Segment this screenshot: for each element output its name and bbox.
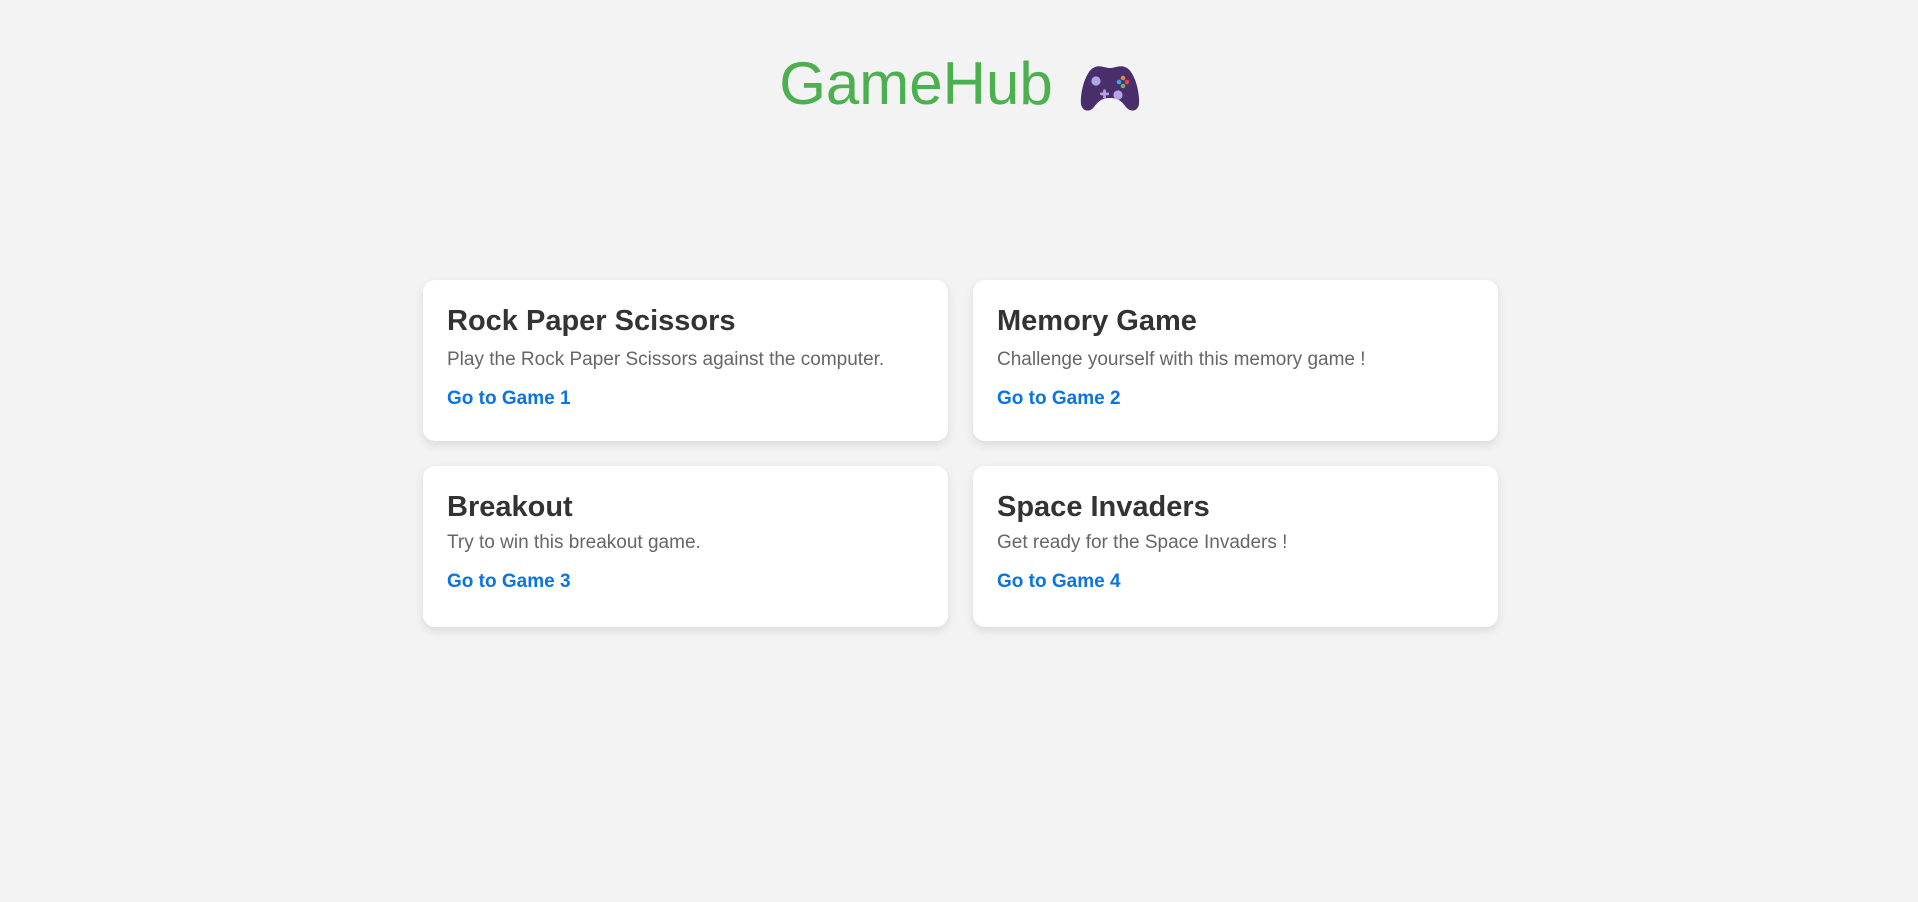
page-header: GameHub [0,44,1918,124]
go-to-game-3-link[interactable]: Go to Game 3 [447,570,571,594]
game-card-title: Memory Game [997,305,1197,337]
game-controller-icon [1079,60,1141,114]
game-card: Rock Paper Scissors Play the Rock Paper … [423,280,948,441]
brand: GameHub [779,54,1140,114]
game-card-description: Try to win this breakout game. [447,532,701,553]
game-card-description: Play the Rock Paper Scissors against the… [447,349,885,370]
go-to-game-1-link[interactable]: Go to Game 1 [447,387,571,411]
game-card-title: Space Invaders [997,491,1210,523]
game-card: Space Invaders Get ready for the Space I… [973,466,1498,627]
game-card-description: Challenge yourself with this memory game… [997,349,1366,370]
game-card-description: Get ready for the Space Invaders ! [997,532,1288,553]
game-card-title: Rock Paper Scissors [447,305,736,337]
go-to-game-4-link[interactable]: Go to Game 4 [997,570,1121,594]
games-grid: Rock Paper Scissors Play the Rock Paper … [423,280,1498,627]
game-card: Breakout Try to win this breakout game. … [423,466,948,627]
game-card: Memory Game Challenge yourself with this… [973,280,1498,441]
go-to-game-2-link[interactable]: Go to Game 2 [997,387,1121,411]
game-card-title: Breakout [447,491,573,523]
page-title: GameHub [779,50,1053,117]
